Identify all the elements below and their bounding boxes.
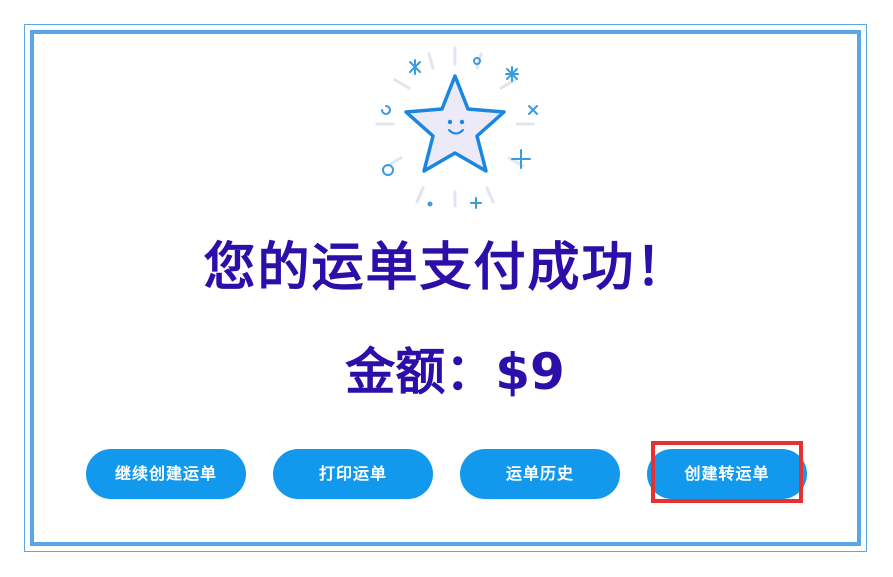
waybill-history-button[interactable]: 运单历史 bbox=[460, 449, 620, 499]
page-title: 您的运单支付成功！ bbox=[203, 238, 690, 298]
smiling-star-icon bbox=[375, 46, 538, 209]
payment-amount: 金额：$9 bbox=[345, 343, 565, 401]
continue-create-button[interactable]: 继续创建运单 bbox=[86, 449, 246, 499]
create-transfer-button[interactable]: 创建转运单 bbox=[647, 449, 807, 499]
print-waybill-button[interactable]: 打印运单 bbox=[273, 449, 433, 499]
